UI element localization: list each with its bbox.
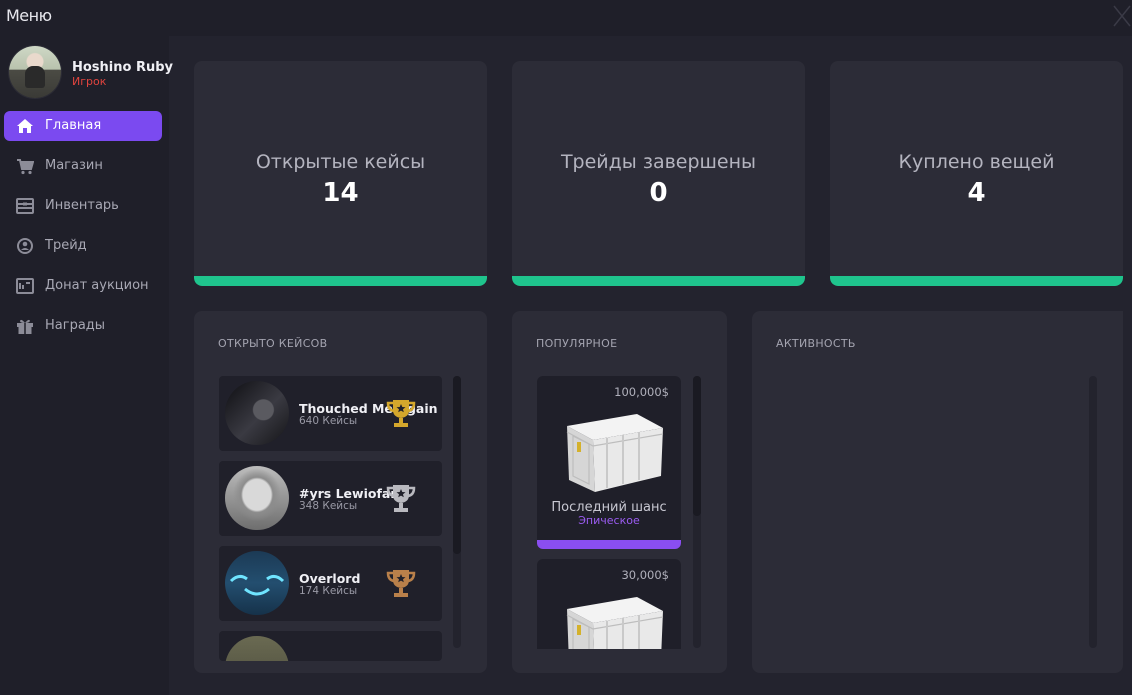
avatar — [9, 46, 61, 98]
trade-icon — [17, 238, 33, 254]
opened-cases-panel: ОТКРЫТО КЕЙСОВ Thouched Me Again 640 Кей… — [194, 311, 487, 673]
list-item[interactable]: #yrs Lewiofan 348 Кейсы — [219, 461, 442, 536]
silver-trophy-icon — [386, 485, 416, 512]
avatar — [225, 466, 289, 530]
case-count: 174 Кейсы — [299, 585, 358, 597]
stat-card-opened-cases: Открытые кейсы 14 — [194, 61, 487, 286]
stat-bar — [194, 276, 487, 286]
case-card[interactable]: 100,000$ Последний шанс Эпическое — [537, 376, 681, 549]
gift-icon — [17, 319, 33, 334]
auction-icon — [16, 278, 34, 294]
avatar — [225, 381, 289, 445]
stat-card-items-bought: Куплено вещей 4 — [830, 61, 1123, 286]
avatar — [225, 551, 289, 615]
scrollbar-thumb[interactable] — [453, 376, 461, 554]
case-card[interactable]: 30,000$ — [537, 559, 681, 649]
gold-trophy-icon — [386, 400, 416, 427]
sidebar-item-label: Награды — [45, 318, 106, 333]
stat-bar — [512, 276, 805, 286]
sidebar-item-home[interactable]: Главная — [4, 111, 162, 141]
scrollbar[interactable] — [453, 376, 461, 648]
stat-label: Куплено вещей — [898, 151, 1055, 173]
case-chest-image — [566, 414, 664, 492]
panel-title: ОТКРЫТО КЕЙСОВ — [218, 337, 328, 350]
stat-value: 14 — [322, 178, 359, 208]
user-role: Игрок — [72, 75, 107, 88]
inventory-icon — [16, 198, 34, 214]
case-name: Последний шанс — [551, 500, 667, 515]
rarity-bar — [537, 540, 681, 549]
cart-icon — [17, 159, 34, 175]
panel-title: АКТИВНОСТЬ — [776, 337, 856, 350]
scrollbar[interactable] — [1089, 376, 1097, 648]
user-profile[interactable]: Hoshino Ruby Игрок — [9, 46, 173, 100]
sidebar-item-inventory[interactable]: Инвентарь — [4, 191, 162, 221]
scrollbar[interactable] — [693, 376, 701, 648]
case-price: 30,000$ — [621, 568, 669, 582]
case-count: 348 Кейсы — [299, 500, 358, 512]
sidebar-item-label: Инвентарь — [45, 198, 119, 213]
list-item[interactable]: Thouched Me Again 640 Кейсы — [219, 376, 442, 451]
sidebar-item-rewards[interactable]: Награды — [4, 311, 162, 341]
title-bar: Меню — [0, 0, 1132, 36]
panel-title: ПОПУЛЯРНОЕ — [536, 337, 618, 350]
sidebar-item-label: Донат аукцион — [45, 278, 149, 293]
case-count: 640 Кейсы — [299, 415, 358, 427]
list-item[interactable]: Overlord 174 Кейсы — [219, 546, 442, 621]
overlord-avatar-art — [229, 574, 285, 596]
window-title: Меню — [6, 6, 52, 25]
user-name: Overlord — [299, 571, 361, 586]
list-item[interactable] — [219, 631, 442, 661]
popular-panel: ПОПУЛЯРНОЕ 100,000$ Последний шанс Эпиче… — [512, 311, 727, 673]
nav-menu: Главная Магазин Инвентарь Трейд Донат ау… — [4, 111, 162, 351]
case-price: 100,000$ — [614, 385, 669, 399]
user-name: Hoshino Ruby — [72, 60, 174, 75]
sidebar-item-shop[interactable]: Магазин — [4, 151, 162, 181]
sidebar: Hoshino Ruby Игрок Главная Магазин Инвен… — [0, 36, 173, 695]
activity-panel: АКТИВНОСТЬ — [752, 311, 1123, 673]
home-icon — [17, 119, 33, 133]
sidebar-item-donate-auction[interactable]: Донат аукцион — [4, 271, 162, 301]
sidebar-item-label: Главная — [45, 118, 102, 133]
avatar — [225, 636, 289, 661]
stat-label: Открытые кейсы — [255, 151, 426, 173]
sidebar-item-trade[interactable]: Трейд — [4, 231, 162, 261]
stat-card-trades-completed: Трейды завершены 0 — [512, 61, 805, 286]
sidebar-item-label: Магазин — [45, 158, 103, 173]
close-icon[interactable] — [1112, 2, 1132, 30]
scrollbar-thumb[interactable] — [693, 376, 701, 516]
stat-value: 0 — [649, 178, 668, 208]
stat-value: 4 — [967, 178, 986, 208]
stat-bar — [830, 276, 1123, 286]
bronze-trophy-icon — [386, 570, 416, 597]
sidebar-item-label: Трейд — [45, 238, 87, 253]
case-rarity: Эпическое — [578, 514, 640, 527]
stat-label: Трейды завершены — [560, 151, 757, 173]
case-chest-image — [566, 597, 664, 649]
